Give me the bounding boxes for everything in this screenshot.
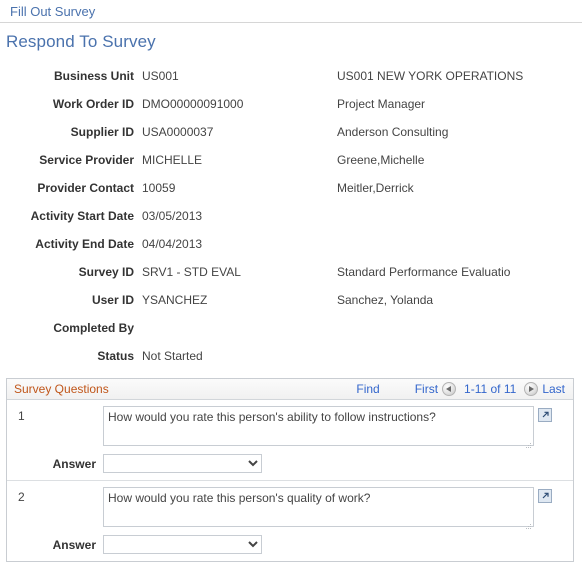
question-textarea-wrap-1: [103, 406, 534, 449]
field-desc-provider-contact: Meitler,Derrick: [337, 181, 414, 195]
right-triangle-glyph: [529, 386, 535, 392]
field-value-status: Not Started: [142, 349, 203, 363]
page-title: Respond To Survey: [6, 32, 156, 51]
table-row: 1 How would you rate this person's abili…: [7, 400, 573, 481]
field-value-business-unit: US001: [142, 69, 179, 83]
answer-select-1[interactable]: [103, 454, 262, 473]
survey-questions-title: Survey Questions: [14, 382, 109, 396]
field-value-service-provider: MICHELLE: [142, 153, 203, 167]
field-row-work-order-id: Work Order ID DMO00000091000 Project Man…: [0, 90, 582, 118]
expand-text-icon-2[interactable]: [538, 489, 552, 503]
field-value-activity-end-date: 04/04/2013: [142, 237, 203, 251]
field-desc-service-provider: Greene,Michelle: [337, 153, 425, 167]
field-label-user-id: User ID: [91, 293, 134, 307]
breadcrumb-bar: Fill Out Survey: [0, 0, 582, 23]
field-desc-user-id: Sanchez, Yolanda: [337, 293, 434, 307]
field-label-activity-start-date: Activity Start Date: [30, 209, 134, 223]
find-link[interactable]: Find: [356, 382, 379, 396]
field-label-completed-by: Completed By: [53, 321, 134, 335]
field-desc-business-unit: US001 NEW YORK OPERATIONS: [337, 69, 524, 83]
answer-label-1: Answer: [52, 456, 96, 471]
field-label-status: Status: [97, 349, 134, 363]
field-label-provider-contact: Provider Contact: [37, 181, 134, 195]
question-textarea-1[interactable]: [103, 406, 534, 446]
field-row-activity-end-date: Activity End Date 04/04/2013: [0, 230, 582, 258]
question-line-1: 1: [7, 406, 573, 449]
survey-questions-grid: Survey Questions Find First 1-11 of 11 L…: [6, 378, 574, 562]
field-row-supplier-id: Supplier ID USA0000037 Anderson Consulti…: [0, 118, 582, 146]
question-number-2: 2: [18, 490, 25, 504]
answer-line-1: Answer: [7, 454, 573, 473]
field-row-provider-contact: Provider Contact 10059 Meitler,Derrick: [0, 174, 582, 202]
field-desc-activity-end-date: [336, 230, 582, 258]
field-value-completed-by: [141, 314, 336, 342]
expand-text-icon-1[interactable]: [538, 408, 552, 422]
field-row-completed-by: Completed By: [0, 314, 582, 342]
field-value-survey-id: SRV1 - STD EVAL: [142, 265, 241, 279]
left-triangle-glyph: [446, 386, 452, 392]
field-desc-completed-by: [336, 314, 582, 342]
field-value-user-id: YSANCHEZ: [142, 293, 208, 307]
survey-questions-grid-header: Survey Questions Find First 1-11 of 11 L…: [7, 379, 573, 400]
field-label-business-unit: Business Unit: [53, 69, 134, 83]
survey-header-fields-body: Business Unit US001 US001 NEW YORK OPERA…: [0, 62, 582, 370]
field-desc-status: [336, 342, 582, 370]
field-desc-survey-id: Standard Performance Evaluatio: [337, 265, 511, 279]
survey-header-fields: Business Unit US001 US001 NEW YORK OPERA…: [0, 62, 582, 370]
field-value-work-order-id: DMO00000091000: [142, 97, 244, 111]
field-row-status: Status Not Started: [0, 342, 582, 370]
question-textarea-wrap-2: [103, 487, 534, 530]
field-value-activity-start-date: 03/05/2013: [142, 209, 203, 223]
circle-right-arrow-icon[interactable]: [524, 382, 539, 396]
question-textarea-2[interactable]: [103, 487, 534, 527]
table-row: 2 How would you rate this person's quali…: [7, 481, 573, 561]
field-row-user-id: User ID YSANCHEZ Sanchez, Yolanda: [0, 286, 582, 314]
field-row-survey-id: Survey ID SRV1 - STD EVAL Standard Perfo…: [0, 258, 582, 286]
field-desc-supplier-id: Anderson Consulting: [337, 125, 449, 139]
field-row-service-provider: Service Provider MICHELLE Greene,Michell…: [0, 146, 582, 174]
field-row-activity-start-date: Activity Start Date 03/05/2013: [0, 202, 582, 230]
field-label-survey-id: Survey ID: [78, 265, 134, 279]
field-desc-activity-start-date: [336, 202, 582, 230]
field-row-business-unit: Business Unit US001 US001 NEW YORK OPERA…: [0, 62, 582, 90]
field-label-service-provider: Service Provider: [39, 153, 134, 167]
question-line-2: 2: [7, 487, 573, 530]
field-label-activity-end-date: Activity End Date: [35, 237, 134, 251]
breadcrumb-link-fill-out-survey[interactable]: Fill Out Survey: [10, 4, 95, 19]
field-value-supplier-id: USA0000037: [142, 125, 214, 139]
row-range-label[interactable]: 1-11 of 11: [464, 382, 516, 396]
field-desc-work-order-id: Project Manager: [337, 97, 426, 111]
question-number-1: 1: [18, 409, 25, 423]
field-label-work-order-id: Work Order ID: [52, 97, 134, 111]
last-page-link[interactable]: Last: [542, 382, 565, 396]
field-value-provider-contact: 10059: [142, 181, 176, 195]
grid-navigation: Find First 1-11 of 11 Last: [356, 382, 565, 396]
circle-left-arrow-icon[interactable]: [442, 382, 457, 396]
field-label-supplier-id: Supplier ID: [70, 125, 134, 139]
first-page-link[interactable]: First: [415, 382, 438, 396]
